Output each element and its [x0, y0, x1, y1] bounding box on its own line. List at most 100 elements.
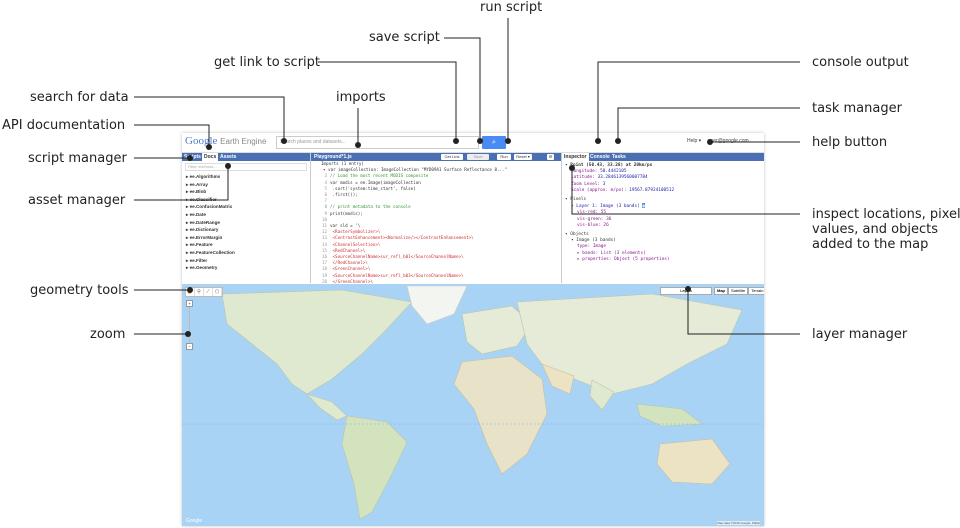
docs-item[interactable]: ▸ ee.Feature — [186, 241, 310, 249]
geometry-tools: ✋ ⚲ ⟋ ⬠ — [185, 287, 223, 297]
left-panel: Scripts Docs Assets Filter methods... ▸ … — [182, 153, 311, 283]
right-tabs: Inspector Console Tasks — [562, 153, 764, 161]
hand-icon[interactable]: ✋ — [186, 288, 195, 296]
docs-item[interactable]: ▸ ee.Classifier — [186, 196, 310, 204]
google-map-logo: Google — [186, 518, 203, 524]
user-account[interactable]: user@google.com — [708, 138, 749, 144]
code-text: <RedChannel>\ — [330, 247, 366, 253]
tab-assets[interactable]: Assets — [218, 153, 238, 161]
callout-task-manager: task manager — [812, 101, 902, 116]
top-bar: Google Earth Engine Search places and da… — [182, 133, 764, 153]
world-map — [182, 284, 764, 526]
callout-help-button: help button — [812, 135, 888, 150]
callout-layer-manager: layer manager — [812, 327, 908, 342]
code-text: </RedChannel>\ — [330, 260, 368, 266]
imports-header: Imports (1 entry) — [321, 161, 364, 166]
get-link-button[interactable]: Get Link — [441, 154, 463, 160]
docs-item[interactable]: ▸ ee.Dictionary — [186, 226, 310, 234]
app-logo: Google Earth Engine — [185, 135, 266, 148]
imports-section[interactable]: Imports (1 entry) ▾ var imageCollection:… — [311, 161, 561, 173]
map-type-control: Map Satellite Terrain — [714, 287, 764, 295]
inspector-output: ▾ Point (50.43, 33.28) at 20km/px Longit… — [565, 163, 675, 262]
inspector-point: Point (50.43, 33.28) at 20km/px — [570, 163, 653, 168]
docs-item[interactable]: ▸ ee.ErrorMargin — [186, 234, 310, 242]
zoom-in-button[interactable]: + — [186, 300, 193, 307]
layers-button[interactable]: Layers — [660, 287, 712, 295]
code-text: print(modis); — [330, 210, 363, 216]
editor-toolbar: Playground*1.js Get Link Save Run Reset … — [311, 153, 561, 161]
tab-scripts[interactable]: Scripts — [182, 153, 203, 161]
tab-tasks[interactable]: Tasks — [610, 153, 628, 161]
run-button[interactable]: Run — [497, 154, 511, 160]
code-text: // print metadata to the console — [330, 204, 411, 210]
map-type-map[interactable]: Map — [714, 287, 728, 295]
save-button[interactable]: Save — [467, 154, 489, 160]
code-text: // Load the most recent MODIS composite — [330, 173, 429, 179]
callout-run-script: run script — [480, 0, 543, 15]
code-text: .first()); — [330, 192, 358, 198]
code-text: <SourceChannelName>sur_refl_b03</SourceC… — [330, 272, 464, 278]
filter-methods-input[interactable]: Filter methods... — [185, 163, 307, 171]
callout-api-documentation: API documentation — [2, 118, 126, 133]
docs-item[interactable]: ▸ ee.Filter — [186, 257, 310, 265]
map-type-terrain[interactable]: Terrain — [748, 287, 764, 295]
callout-script-manager: script manager — [28, 151, 127, 166]
zoom-out-button[interactable]: − — [186, 343, 193, 350]
callout-asset-manager: asset manager — [28, 193, 126, 208]
code-text: <SourceChannelName>sur_refl_b01</SourceC… — [330, 254, 464, 260]
script-title: Playground*1.js — [314, 154, 352, 160]
code-text: <ContrastEnhancement><Normalize/></Contr… — [330, 235, 474, 241]
callout-imports: imports — [336, 90, 386, 105]
reset-button[interactable]: Reset ▾ — [514, 154, 532, 160]
docs-item[interactable]: ▸ ee.Geometry — [186, 264, 310, 272]
code-lines[interactable]: 3// Load the most recent MODIS composite… — [311, 173, 561, 297]
layer-entry[interactable]: Layer 1: Image (3 bands) — [576, 204, 639, 209]
callout-get-link: get link to script — [214, 55, 321, 70]
tab-inspector[interactable]: Inspector — [562, 153, 589, 161]
zoom-control: + − — [186, 300, 193, 350]
docs-item[interactable]: ▸ ee.DateRange — [186, 219, 310, 227]
docs-item[interactable]: ▸ ee.FeatureCollection — [186, 249, 310, 257]
docs-item[interactable]: ▸ ee.Algorithms — [186, 173, 310, 181]
code-text: var sld = '\ — [330, 223, 361, 229]
point-marker-icon[interactable]: ⚲ — [195, 288, 204, 296]
code-text: <GreenChannel>\ — [330, 266, 371, 272]
docs-item[interactable]: ▸ ee.ConfusionMatrix — [186, 203, 310, 211]
callout-search-for-data: search for data — [30, 90, 129, 105]
tab-docs[interactable]: Docs — [202, 153, 219, 161]
left-tabs: Scripts Docs Assets — [182, 153, 310, 161]
code-text: var modis = ee.Image(imageCollection — [330, 179, 421, 185]
code-text: <ChannelSelection>\ — [330, 241, 381, 247]
docs-list: ▸ ee.Algorithms ▸ ee.Array ▸ ee.Blob ▸ e… — [182, 173, 310, 272]
imports-entry: var imageCollection: ImageCollection "MY… — [328, 167, 508, 173]
callout-zoom: zoom — [90, 327, 126, 342]
tab-console[interactable]: Console — [588, 153, 612, 161]
callout-console-output: console output — [812, 55, 909, 70]
docs-item[interactable]: ▸ ee.Array — [186, 181, 310, 189]
search-button[interactable]: ⌕ — [482, 136, 506, 149]
callout-inspect: inspect locations, pixel values, and obj… — [812, 207, 960, 252]
line-tool-icon[interactable]: ⟋ — [204, 288, 213, 296]
gear-icon[interactable]: ⚙ — [547, 154, 554, 160]
map-attribution: Map data ©2016 Google, INEGI — [717, 521, 760, 525]
callout-save-script: save script — [369, 30, 440, 45]
code-text: <RasterSymbolizer>\ — [330, 229, 381, 235]
polygon-tool-icon[interactable]: ⬠ — [213, 288, 222, 296]
map-type-satellite[interactable]: Satellite — [728, 287, 749, 295]
earth-engine-app: Google Earth Engine Search places and da… — [182, 133, 764, 526]
map-view[interactable]: ✋ ⚲ ⟋ ⬠ + − Layers Map Satellite Terrain… — [182, 284, 764, 526]
right-panel: Inspector Console Tasks ▾ Point (50.43, … — [562, 153, 764, 283]
docs-item[interactable]: ▸ ee.Blob — [186, 188, 310, 196]
help-button[interactable]: Help ▾ — [687, 138, 701, 144]
docs-item[interactable]: ▸ ee.Date — [186, 211, 310, 219]
callout-geometry-tools: geometry tools — [30, 283, 129, 298]
logo-google: Google — [185, 135, 218, 147]
code-editor: Playground*1.js Get Link Save Run Reset … — [311, 153, 562, 296]
code-text: .sort('system:time_start', false) — [330, 185, 416, 191]
search-input[interactable]: Search places and datasets... — [276, 136, 479, 149]
objects-header[interactable]: Objects — [570, 232, 589, 237]
zoom-slider[interactable] — [189, 307, 190, 343]
logo-product: Earth Engine — [220, 137, 267, 146]
pixels-header[interactable]: Pixels — [570, 197, 586, 202]
search-icon: ⌕ — [492, 139, 496, 146]
